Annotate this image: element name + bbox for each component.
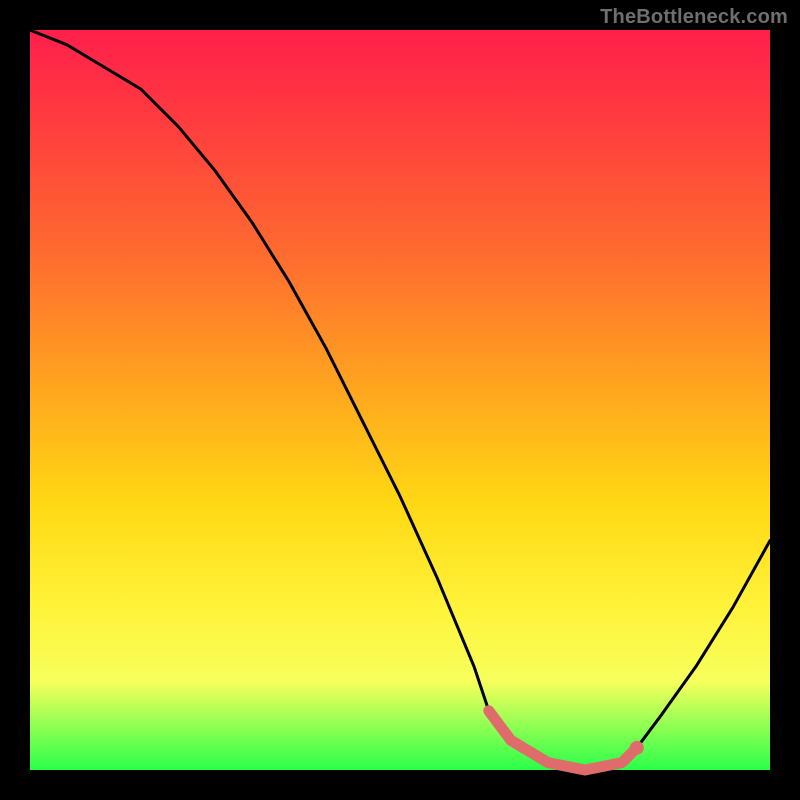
curve-layer [30, 30, 770, 770]
optimal-range-highlight [489, 711, 637, 770]
watermark-text: TheBottleneck.com [600, 6, 788, 29]
optimal-point-marker [630, 741, 644, 755]
bottleneck-curve [30, 30, 770, 770]
plot-area [30, 30, 770, 770]
chart-frame: TheBottleneck.com [0, 0, 800, 800]
